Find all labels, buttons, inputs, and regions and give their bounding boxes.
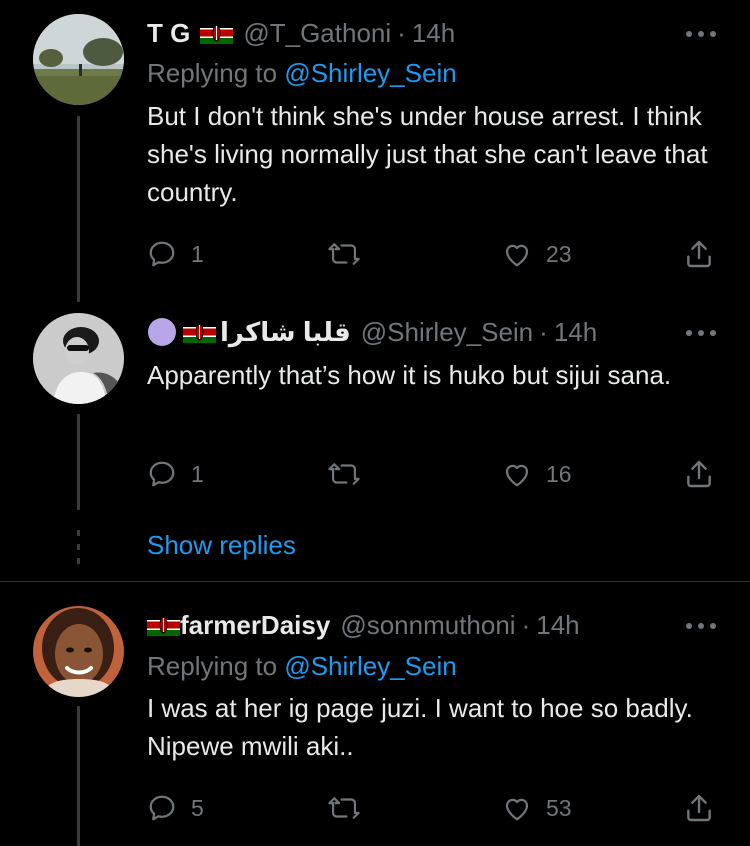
replying-to: Replying to @Shirley_Sein [147,58,457,89]
tweet-header: farmerDaisy @sonnmuthoni · 14h [147,608,580,642]
replying-to: Replying to @Shirley_Sein [147,651,457,682]
display-name[interactable]: T G [147,18,190,49]
reply-icon [149,795,175,821]
reply-count: 5 [191,794,204,821]
user-handle[interactable]: @Shirley_Sein [361,317,533,348]
timestamp[interactable]: 14h [554,317,597,348]
more-options-icon[interactable] [686,30,716,38]
tweet-actions: 1 16 [147,454,717,494]
heart-icon [505,464,529,487]
replying-to-label: Replying to [147,651,278,681]
kenya-flag-icon [147,614,180,636]
more-options-icon[interactable] [686,329,716,337]
more-options-icon[interactable] [686,622,716,630]
separator-dot: · [521,609,531,640]
avatar-photo-selfie [33,606,124,697]
retweet-button[interactable] [327,788,361,828]
like-button[interactable]: 16 [502,454,572,494]
reply-icon [149,241,175,267]
retweet-icon [328,463,360,485]
avatar[interactable] [33,313,124,404]
reply-button[interactable]: 1 [147,454,204,494]
replying-to-label: Replying to [147,58,278,88]
thread-ellipsis [77,530,80,564]
tweet-actions: 5 53 [147,788,717,828]
kenya-flag-icon [200,22,234,44]
reply-icon [149,461,175,487]
timestamp[interactable]: 14h [536,610,579,641]
share-button[interactable] [683,788,715,828]
avatar[interactable] [33,606,124,697]
kenya-flag-icon [183,321,216,343]
display-name[interactable]: farmerDaisy [180,610,330,641]
timestamp[interactable]: 14h [412,18,455,49]
tweet-text: But I don't think she's under house arre… [147,101,708,207]
like-button[interactable]: 23 [502,234,572,274]
reply-button[interactable]: 5 [147,788,204,828]
avatar-photo-landscape [33,14,124,105]
like-count: 23 [546,240,572,267]
reply-count: 1 [191,240,204,267]
tweet-text: Apparently that’s how it is huko but sij… [147,360,672,390]
avatar-photo-portrait [33,313,124,404]
share-icon [687,794,711,822]
separator-dot: · [397,17,406,48]
user-handle[interactable]: @T_Gathoni [243,18,391,49]
reply-count: 1 [191,460,204,487]
share-button[interactable] [683,234,715,274]
tweet-actions: 1 23 [147,234,717,274]
tweet-text: I was at her ig page juzi. I want to hoe… [147,693,693,761]
share-button[interactable] [683,454,715,494]
heart-icon [505,244,529,267]
share-icon [687,460,711,488]
like-button[interactable]: 53 [502,788,572,828]
replying-to-handle[interactable]: @Shirley_Sein [284,58,456,88]
reply-button[interactable]: 1 [147,234,204,274]
tweet-header: T G @T_Gathoni · 14h [147,16,455,50]
purple-circle-icon [148,318,176,346]
replying-to-handle[interactable]: @Shirley_Sein [284,651,456,681]
thread-line [77,414,80,510]
share-icon [687,240,711,268]
thread-line [77,706,80,846]
tweet-header: قلبا شاكرا @Shirley_Sein · 14h [147,315,597,349]
heart-icon [505,798,529,821]
separator-dot: · [539,316,548,347]
show-replies-link[interactable]: Show replies [147,530,296,561]
retweet-icon [328,243,360,265]
display-name[interactable]: قلبا شاكرا [220,317,351,348]
divider [0,581,750,582]
retweet-button[interactable] [327,234,361,274]
retweet-button[interactable] [327,454,361,494]
avatar[interactable] [33,14,124,105]
retweet-icon [328,797,360,819]
thread-line [77,116,80,302]
user-handle[interactable]: @sonnmuthoni [340,610,515,641]
like-count: 53 [546,794,572,821]
like-count: 16 [546,460,572,487]
